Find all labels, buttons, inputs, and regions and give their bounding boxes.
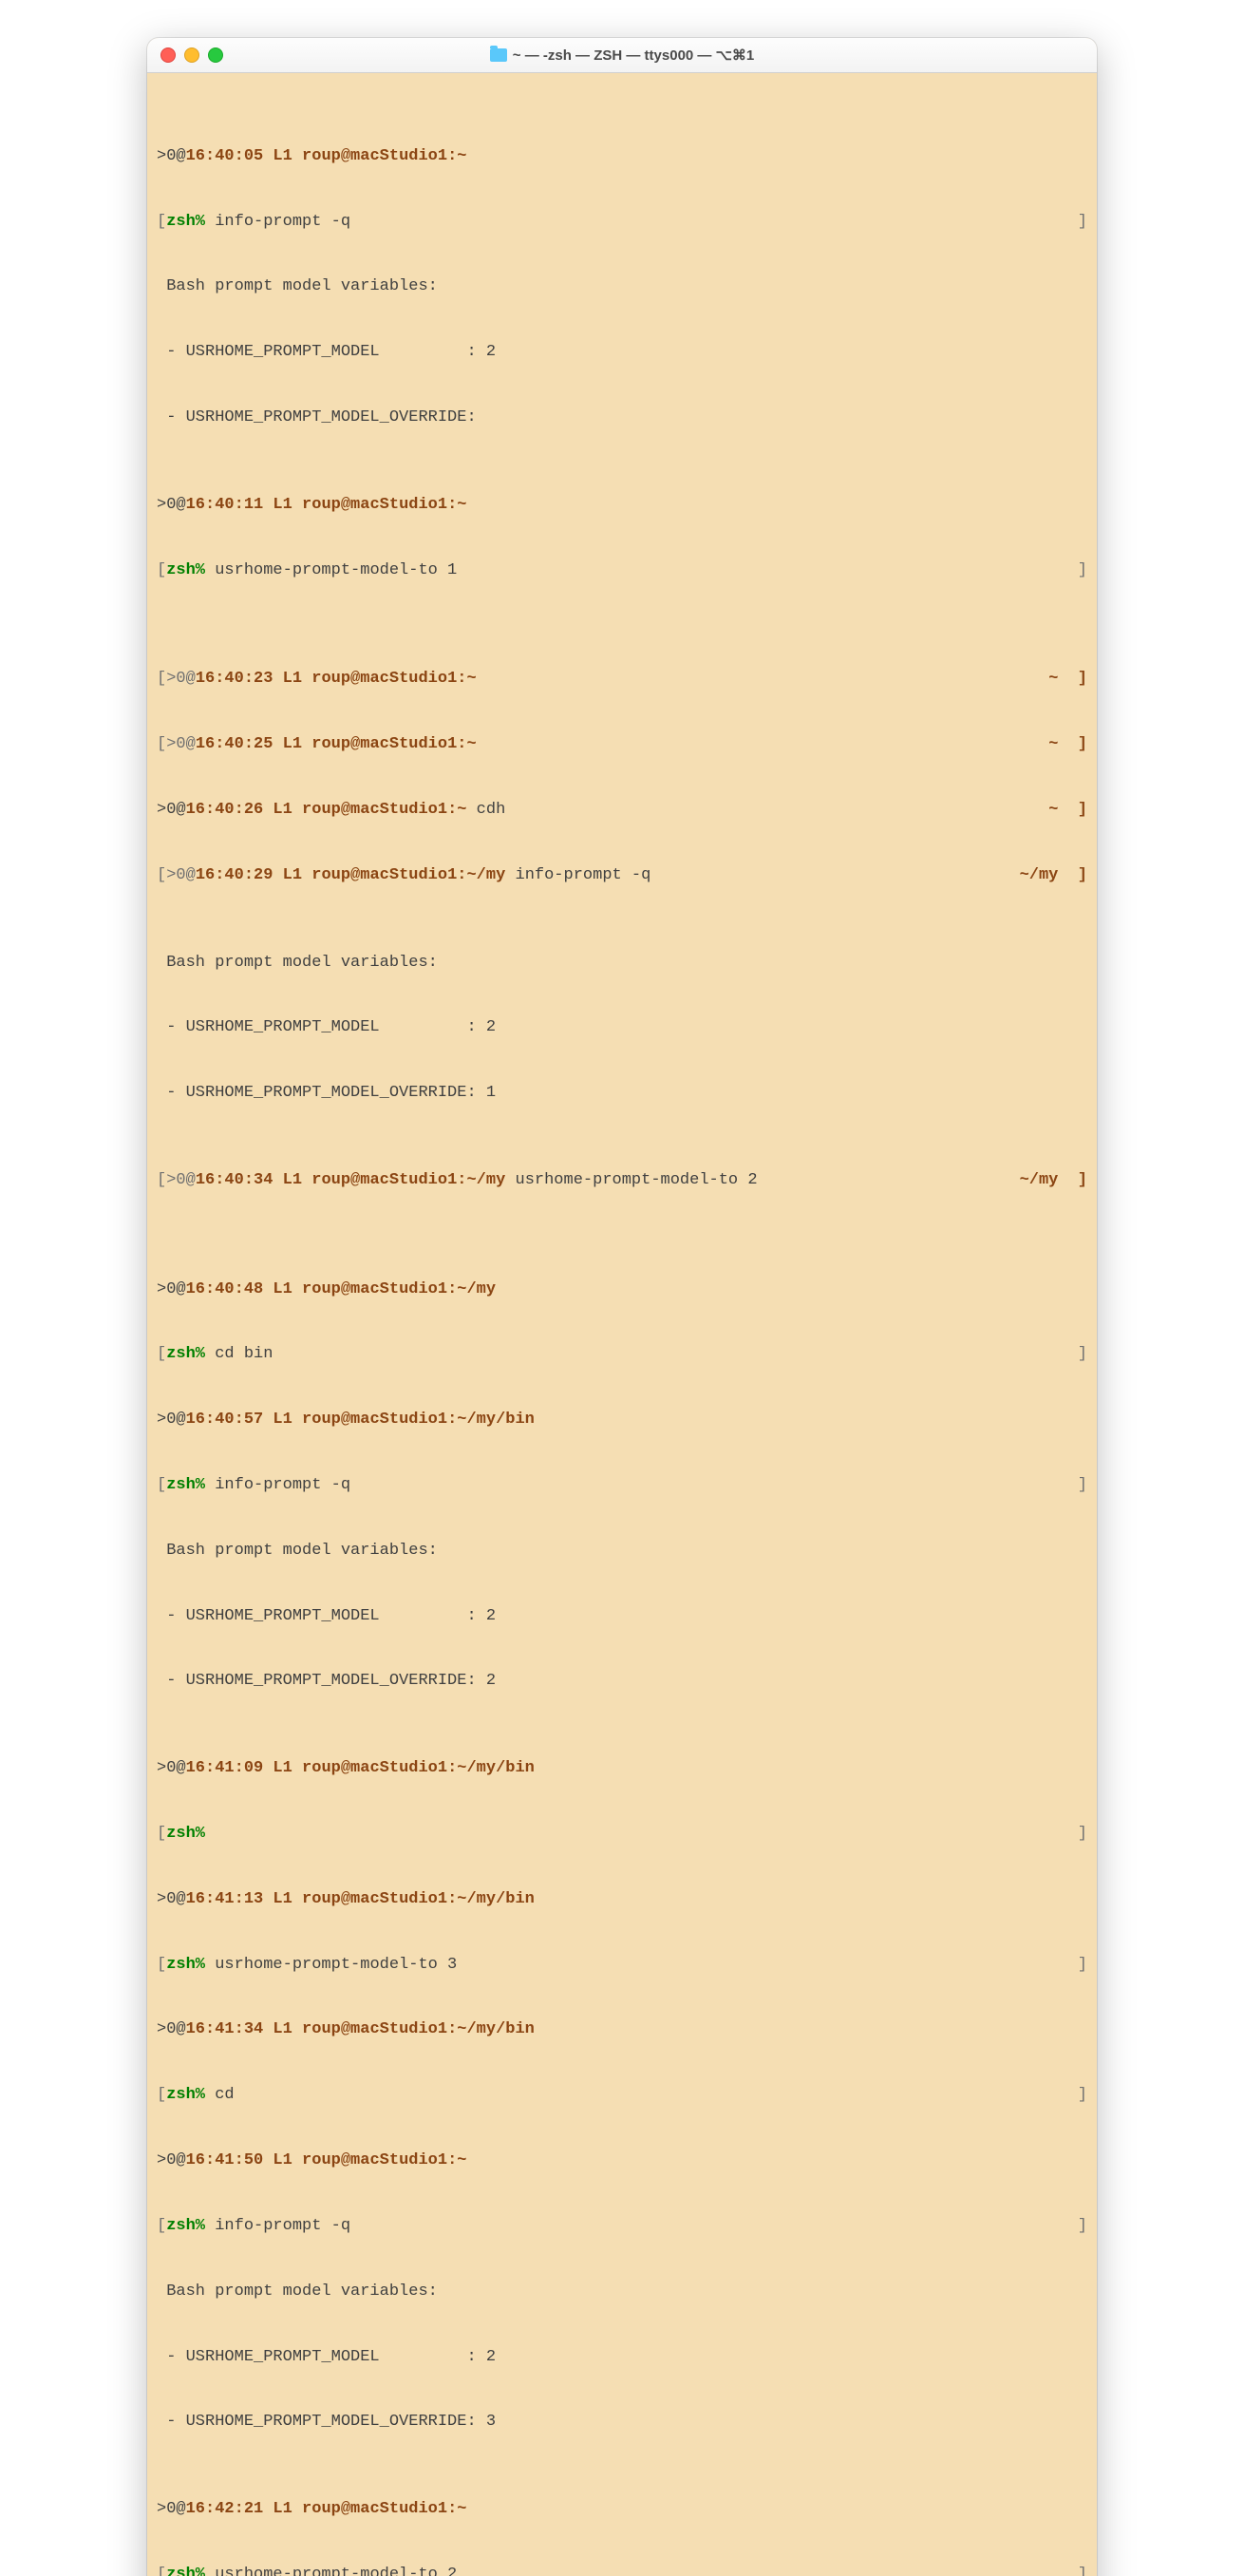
- cmd-line: [zsh% cd bin]: [157, 1344, 1087, 1366]
- ps-line: >0@16:41:13 L1 roup@macStudio1:~/my/bin: [157, 1889, 1087, 1911]
- terminal-content[interactable]: >0@16:40:05 L1 roup@macStudio1:~ [zsh% i…: [147, 73, 1097, 2576]
- minimize-icon[interactable]: [184, 47, 199, 63]
- ps-line: >0@16:40:26 L1 roup@macStudio1:~ cdh~ ]: [157, 800, 1087, 822]
- ps-line: >0@16:40:11 L1 roup@macStudio1:~: [157, 495, 1087, 517]
- output-line: - USRHOME_PROMPT_MODEL : 2: [157, 342, 1087, 364]
- cmd-line: [zsh%]: [157, 1824, 1087, 1846]
- output-line: Bash prompt model variables:: [157, 2282, 1087, 2303]
- output-line: - USRHOME_PROMPT_MODEL : 2: [157, 1606, 1087, 1628]
- cmd-line: [zsh% usrhome-prompt-model-to 1]: [157, 560, 1087, 582]
- output-line: - USRHOME_PROMPT_MODEL : 2: [157, 2347, 1087, 2369]
- output-line: - USRHOME_PROMPT_MODEL_OVERRIDE: 3: [157, 2412, 1087, 2434]
- output-line: Bash prompt model variables:: [157, 276, 1087, 298]
- cmd-line: [zsh% cd]: [157, 2085, 1087, 2107]
- titlebar[interactable]: ~ — -zsh — ZSH — ttys000 — ⌥⌘1: [147, 38, 1097, 73]
- output-line: Bash prompt model variables:: [157, 953, 1087, 975]
- ps-line: [>0@16:40:34 L1 roup@macStudio1:~/my usr…: [157, 1170, 1087, 1192]
- cmd-line: [zsh% usrhome-prompt-model-to 2]: [157, 2565, 1087, 2576]
- cmd-line: [zsh% info-prompt -q]: [157, 2216, 1087, 2238]
- ps-line: >0@16:40:05 L1 roup@macStudio1:~: [157, 146, 1087, 168]
- output-line: - USRHOME_PROMPT_MODEL_OVERRIDE:: [157, 407, 1087, 429]
- output-line: - USRHOME_PROMPT_MODEL : 2: [157, 1017, 1087, 1039]
- output-line: - USRHOME_PROMPT_MODEL_OVERRIDE: 2: [157, 1671, 1087, 1693]
- cmd-line: [zsh% usrhome-prompt-model-to 3]: [157, 1955, 1087, 1977]
- title-text: ~ — -zsh — ZSH — ttys000 — ⌥⌘1: [513, 47, 754, 64]
- ps-line: >0@16:42:21 L1 roup@macStudio1:~: [157, 2499, 1087, 2521]
- ps-line: [>0@16:40:25 L1 roup@macStudio1:~~ ]: [157, 734, 1087, 756]
- maximize-icon[interactable]: [208, 47, 223, 63]
- ps-line: [>0@16:40:29 L1 roup@macStudio1:~/my inf…: [157, 865, 1087, 887]
- cmd-line: [zsh% info-prompt -q]: [157, 1475, 1087, 1497]
- ps-line: >0@16:40:48 L1 roup@macStudio1:~/my: [157, 1279, 1087, 1301]
- ps-line: >0@16:40:57 L1 roup@macStudio1:~/my/bin: [157, 1410, 1087, 1431]
- close-icon[interactable]: [160, 47, 176, 63]
- ps-line: [>0@16:40:23 L1 roup@macStudio1:~~ ]: [157, 669, 1087, 691]
- traffic-lights: [160, 47, 223, 63]
- ps-line: >0@16:41:50 L1 roup@macStudio1:~: [157, 2150, 1087, 2172]
- output-line: Bash prompt model variables:: [157, 1541, 1087, 1563]
- folder-icon: [490, 48, 507, 62]
- terminal-window: ~ — -zsh — ZSH — ttys000 — ⌥⌘1 >0@16:40:…: [147, 38, 1097, 2576]
- ps-line: >0@16:41:09 L1 roup@macStudio1:~/my/bin: [157, 1758, 1087, 1780]
- ps-line: >0@16:41:34 L1 roup@macStudio1:~/my/bin: [157, 2019, 1087, 2041]
- cmd-line: [zsh% info-prompt -q]: [157, 212, 1087, 234]
- output-line: - USRHOME_PROMPT_MODEL_OVERRIDE: 1: [157, 1083, 1087, 1105]
- window-title: ~ — -zsh — ZSH — ttys000 — ⌥⌘1: [147, 47, 1097, 64]
